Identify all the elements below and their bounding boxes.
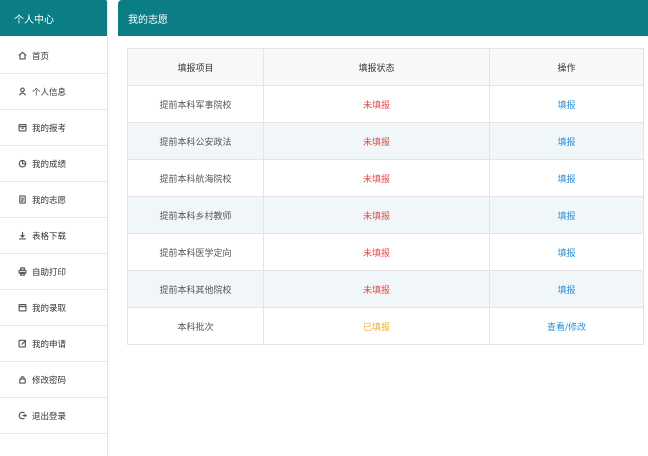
calendar-icon	[17, 123, 27, 133]
sidebar-item-label: 退出登录	[32, 411, 67, 422]
main-panel: 我的志愿 填报项目 填报状态 操作 提前本科军事院校 未填报 填报 提前本科公安…	[118, 0, 648, 456]
fill-link[interactable]: 填报	[557, 286, 575, 296]
row-item-name: 提前本科航海院校	[127, 159, 264, 197]
table-row: 提前本科乡村教师 未填报 填报	[127, 196, 644, 234]
row-status: 未填报	[263, 159, 490, 197]
row-status: 未填报	[263, 196, 490, 234]
table-row: 提前本科航海院校 未填报 填报	[127, 159, 644, 197]
logout-icon	[17, 411, 27, 421]
sidebar-item-downloads[interactable]: 表格下载	[0, 218, 107, 254]
sidebar-item-logout[interactable]: 退出登录	[0, 398, 107, 434]
view-edit-link[interactable]: 查看/修改	[547, 323, 586, 333]
column-header-status: 填报状态	[263, 48, 490, 86]
fill-link[interactable]: 填报	[557, 249, 575, 259]
sidebar-item-label: 表格下载	[32, 231, 67, 242]
sidebar: 个人中心 首页 个人信息 我的报考 我的成绩 我的志愿 表格下载 自助打印 我的…	[0, 0, 108, 456]
sidebar-item-label: 修改密码	[32, 375, 67, 386]
row-action-cell: 填报	[489, 196, 644, 234]
sidebar-item-applications[interactable]: 我的申请	[0, 326, 107, 362]
lock-icon	[17, 375, 27, 385]
sidebar-item-label: 我的录取	[32, 303, 67, 314]
user-icon	[17, 87, 27, 97]
table-row: 本科批次 已填报 查看/修改	[127, 307, 644, 345]
row-action-cell: 查看/修改	[489, 307, 644, 345]
preferences-table-container: 填报项目 填报状态 操作 提前本科军事院校 未填报 填报 提前本科公安政法 未填…	[127, 48, 644, 345]
sidebar-title: 个人中心	[0, 0, 107, 36]
row-action-cell: 填报	[489, 233, 644, 271]
table-row: 提前本科其他院校 未填报 填报	[127, 270, 644, 308]
row-item-name: 本科批次	[127, 307, 264, 345]
sidebar-item-scores[interactable]: 我的成绩	[0, 146, 107, 182]
row-item-name: 提前本科其他院校	[127, 270, 264, 308]
sidebar-item-preferences[interactable]: 我的志愿	[0, 182, 107, 218]
sidebar-item-label: 我的成绩	[32, 159, 67, 170]
row-status: 未填报	[263, 233, 490, 271]
row-status: 已填报	[263, 307, 490, 345]
edit-icon	[17, 339, 27, 349]
table-row: 提前本科公安政法 未填报 填报	[127, 122, 644, 160]
fill-link[interactable]: 填报	[557, 175, 575, 185]
download-icon	[17, 231, 27, 241]
sidebar-item-label: 我的申请	[32, 339, 67, 350]
sidebar-item-label: 自助打印	[32, 267, 67, 278]
sidebar-item-label: 我的志愿	[32, 195, 67, 206]
preferences-table: 填报项目 填报状态 操作 提前本科军事院校 未填报 填报 提前本科公安政法 未填…	[127, 48, 644, 345]
sidebar-item-home[interactable]: 首页	[0, 38, 107, 74]
row-item-name: 提前本科医学定向	[127, 233, 264, 271]
home-icon	[17, 51, 27, 61]
sidebar-item-label: 我的报考	[32, 123, 67, 134]
column-header-action: 操作	[489, 48, 644, 86]
sidebar-item-change-password[interactable]: 修改密码	[0, 362, 107, 398]
fill-link[interactable]: 填报	[557, 101, 575, 111]
row-action-cell: 填报	[489, 85, 644, 123]
table-row: 提前本科军事院校 未填报 填报	[127, 85, 644, 123]
row-action-cell: 填报	[489, 159, 644, 197]
table-header-row: 填报项目 填报状态 操作	[127, 48, 644, 86]
sidebar-item-registration[interactable]: 我的报考	[0, 110, 107, 146]
row-status: 未填报	[263, 85, 490, 123]
row-status: 未填报	[263, 122, 490, 160]
row-item-name: 提前本科军事院校	[127, 85, 264, 123]
printer-icon	[17, 267, 27, 277]
row-item-name: 提前本科乡村教师	[127, 196, 264, 234]
fill-link[interactable]: 填报	[557, 212, 575, 222]
document-icon	[17, 195, 27, 205]
page-title: 我的志愿	[118, 0, 648, 36]
row-item-name: 提前本科公安政法	[127, 122, 264, 160]
column-header-item: 填报项目	[127, 48, 264, 86]
chart-icon	[17, 159, 27, 169]
row-status: 未填报	[263, 270, 490, 308]
calendar-check-icon	[17, 303, 27, 313]
sidebar-item-label: 个人信息	[32, 87, 67, 98]
sidebar-item-profile[interactable]: 个人信息	[0, 74, 107, 110]
table-row: 提前本科医学定向 未填报 填报	[127, 233, 644, 271]
sidebar-item-print[interactable]: 自助打印	[0, 254, 107, 290]
sidebar-item-admission[interactable]: 我的录取	[0, 290, 107, 326]
row-action-cell: 填报	[489, 270, 644, 308]
row-action-cell: 填报	[489, 122, 644, 160]
fill-link[interactable]: 填报	[557, 138, 575, 148]
sidebar-item-label: 首页	[32, 51, 50, 62]
